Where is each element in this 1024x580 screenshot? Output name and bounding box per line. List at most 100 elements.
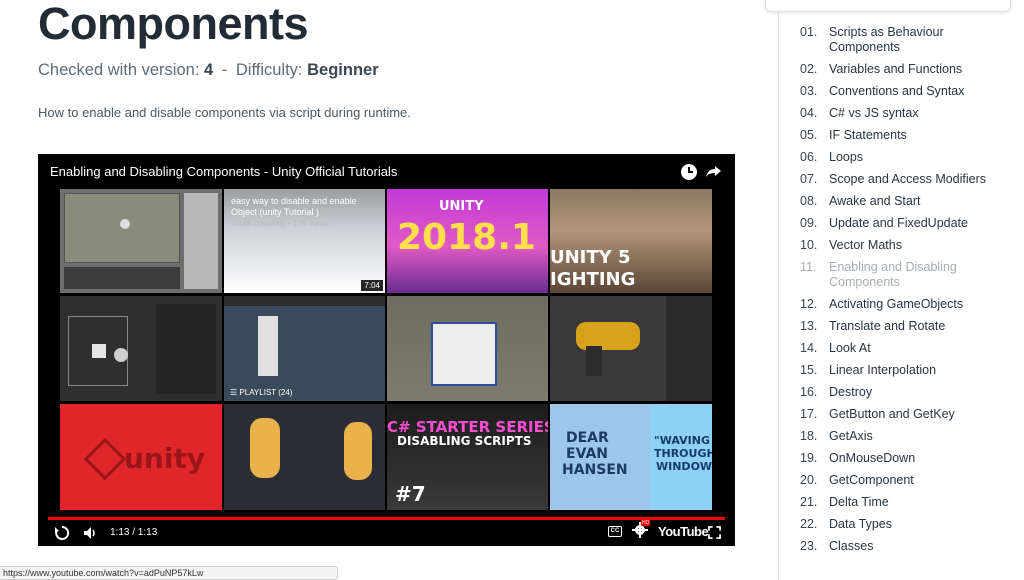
lesson-number: 18.	[800, 429, 818, 443]
lesson-link[interactable]: Activating GameObjects	[829, 297, 989, 312]
lesson-link[interactable]: Classes	[829, 539, 989, 554]
lesson-link[interactable]: Update and FixedUpdate	[829, 216, 989, 231]
lesson-item[interactable]: 13. Translate and Rotate	[800, 319, 1020, 334]
lesson-item[interactable]: 12. Activating GameObjects	[800, 297, 1020, 312]
lesson-item[interactable]: 23. Classes	[800, 539, 1020, 554]
clock-icon[interactable]	[681, 164, 697, 180]
lesson-item[interactable]: 20. GetComponent	[800, 473, 1020, 488]
lesson-item[interactable]: 05. IF Statements	[800, 128, 1020, 143]
lesson-number: 19.	[800, 451, 818, 465]
replay-icon[interactable]	[54, 525, 70, 541]
thumbnail-episode: #7	[395, 482, 426, 506]
lesson-number: 20.	[800, 473, 818, 487]
lesson-sidebar: 01. Scripts as Behaviour Components 02. Var…	[765, 0, 1024, 580]
lesson-number: 16.	[800, 385, 818, 399]
volume-icon[interactable]	[82, 525, 98, 541]
lesson-item[interactable]: 19. OnMouseDown	[800, 451, 1020, 466]
lesson-item[interactable]: 17. GetButton and GetKey	[800, 407, 1020, 422]
lesson-number: 02.	[800, 62, 818, 76]
lesson-link[interactable]: Translate and Rotate	[829, 319, 989, 334]
lesson-number: 13.	[800, 319, 818, 333]
lesson-link[interactable]: Look At	[829, 341, 989, 356]
lesson-item[interactable]: 21. Delta Time	[800, 495, 1020, 510]
video-player[interactable]: Enabling and Disabling Components - Unit…	[38, 154, 735, 546]
lesson-link[interactable]: Destroy	[829, 385, 989, 400]
unity-brand: UNITY	[439, 199, 484, 214]
progress-bar[interactable]	[48, 517, 725, 520]
lesson-item[interactable]: 16. Destroy	[800, 385, 1020, 400]
lesson-link[interactable]: Conventions and Syntax	[829, 84, 989, 99]
lesson-link[interactable]: Enabling and Disabling Components	[829, 260, 989, 290]
version-prefix: Checked with version:	[38, 61, 200, 79]
settings-gear-icon[interactable]: HD	[632, 520, 651, 538]
video-thumbnail[interactable]: unity	[60, 404, 222, 510]
lesson-link[interactable]: GetAxis	[829, 429, 989, 444]
video-thumbnail[interactable]: easy way to disable and enable Object (u…	[224, 189, 385, 293]
lesson-item[interactable]: 09. Update and FixedUpdate	[800, 216, 1020, 231]
video-thumbnail[interactable]: DEAR EVAN HANSEN "WAVING THROUGH WINDOW	[550, 404, 712, 510]
lesson-link[interactable]: Data Types	[829, 517, 989, 532]
lesson-link[interactable]: Loops	[829, 150, 989, 165]
lesson-number: 14.	[800, 341, 818, 355]
captions-icon[interactable]: CC	[608, 526, 622, 537]
thumbnail-headline: IGHTING	[550, 269, 636, 290]
lesson-link[interactable]: Scripts as Behaviour Components	[829, 25, 989, 55]
share-arrow-icon[interactable]	[705, 162, 723, 180]
thumbnail-headline: "WAVING	[654, 434, 710, 447]
lesson-number: 15.	[800, 363, 818, 377]
lesson-item[interactable]: 10. Vector Maths	[800, 238, 1020, 253]
video-thumbnail[interactable]	[550, 296, 712, 401]
lesson-item[interactable]: 03. Conventions and Syntax	[800, 84, 1020, 99]
lesson-link[interactable]: Variables and Functions	[829, 62, 989, 77]
video-thumbnail[interactable]: UNITY 2018.1	[387, 189, 548, 293]
lesson-link[interactable]: Scope and Access Modifiers	[829, 172, 989, 187]
lesson-link[interactable]: IF Statements	[829, 128, 989, 143]
lesson-item[interactable]: 01. Scripts as Behaviour Components	[800, 25, 1020, 55]
lesson-link[interactable]: OnMouseDown	[829, 451, 989, 466]
lesson-item[interactable]: 04. C# vs JS syntax	[800, 106, 1020, 121]
lesson-item[interactable]: 22. Data Types	[800, 517, 1020, 532]
lesson-link[interactable]: GetButton and GetKey	[829, 407, 989, 422]
youtube-logo[interactable]: YouTube	[658, 524, 709, 539]
video-thumbnail[interactable]: ☰ PLAYLIST (24)	[224, 296, 385, 401]
unity-version-label: 2018.1	[397, 217, 536, 258]
lesson-item[interactable]: 15. Linear Interpolation	[800, 363, 1020, 378]
difficulty-prefix: Difficulty:	[235, 61, 303, 79]
lesson-number: 09.	[800, 216, 818, 230]
thumbnail-headline: DEAR	[566, 430, 609, 446]
lesson-item[interactable]: 06. Loops	[800, 150, 1020, 165]
video-thumbnail[interactable]	[224, 404, 385, 510]
fullscreen-icon[interactable]	[708, 526, 721, 539]
lesson-link[interactable]: Delta Time	[829, 495, 989, 510]
thumbnail-headline: WINDOW	[656, 460, 712, 473]
meta-separator: -	[221, 61, 228, 79]
video-title[interactable]: Enabling and Disabling Components - Unit…	[50, 164, 397, 179]
link-preview-status-bar: https://www.youtube.com/watch?v=adPuNP57…	[0, 566, 338, 580]
video-thumbnail[interactable]: UNITY 5 IGHTING	[550, 189, 712, 293]
lesson-item[interactable]: 18. GetAxis	[800, 429, 1020, 444]
lesson-link[interactable]: Awake and Start	[829, 194, 989, 209]
lesson-item[interactable]: 07. Scope and Access Modifiers	[800, 172, 1020, 187]
lesson-number: 03.	[800, 84, 818, 98]
lesson-link[interactable]: Vector Maths	[829, 238, 989, 253]
video-thumbnail[interactable]	[60, 189, 222, 293]
lesson-link[interactable]: GetComponent	[829, 473, 989, 488]
lesson-item[interactable]: 02. Variables and Functions	[800, 62, 1020, 77]
lesson-item-current[interactable]: 11. Enabling and Disabling Components	[800, 260, 1020, 290]
time-readout: 1:13 / 1:13	[110, 527, 158, 538]
lesson-number: 11.	[800, 260, 817, 274]
lesson-list: 01. Scripts as Behaviour Components 02. Var…	[800, 25, 1020, 561]
lesson-number: 04.	[800, 106, 818, 120]
thumbnail-headline: UNITY 5	[550, 247, 631, 268]
lesson-item[interactable]: 14. Look At	[800, 341, 1020, 356]
lesson-link[interactable]: C# vs JS syntax	[829, 106, 989, 121]
lesson-item[interactable]: 08. Awake and Start	[800, 194, 1020, 209]
lesson-number: 17.	[800, 407, 818, 421]
video-thumbnail[interactable]	[60, 296, 222, 401]
video-thumbnail[interactable]	[387, 296, 548, 401]
video-thumbnail[interactable]: C# STARTER SERIES DISABLING SCRIPTS #7	[387, 404, 548, 510]
lesson-link[interactable]: Linear Interpolation	[829, 363, 989, 378]
lesson-number: 05.	[800, 128, 818, 142]
page-title: Components	[38, 0, 309, 49]
thumbnail-headline: THROUGH	[654, 447, 712, 460]
